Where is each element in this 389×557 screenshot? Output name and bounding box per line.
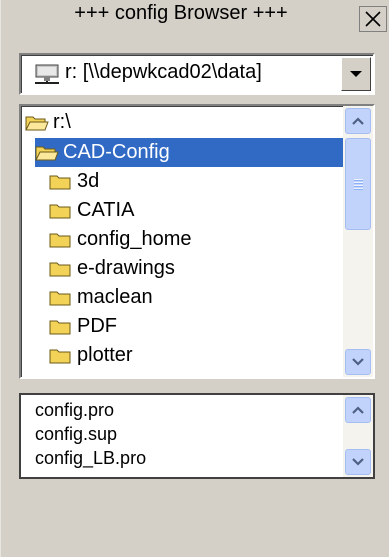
directory-label: r:\ xyxy=(53,111,71,133)
directory-label: e-drawings xyxy=(77,257,175,279)
directory-label: maclean xyxy=(77,286,153,308)
title-bar: +++ config Browser +++ xyxy=(1,0,389,36)
scroll-up-button[interactable] xyxy=(345,108,371,134)
network-drive-icon xyxy=(33,63,61,92)
folder-icon xyxy=(49,317,73,337)
directory-item-selected[interactable]: CAD-Config xyxy=(35,138,347,167)
directory-label: CATIA xyxy=(77,199,135,221)
directory-item[interactable]: CATIA xyxy=(49,196,371,225)
directory-label: config_home xyxy=(77,228,192,250)
folder-icon xyxy=(49,259,73,279)
file-list[interactable]: config.pro config.sup config_LB.pro xyxy=(19,393,375,479)
open-folder-icon xyxy=(25,113,49,133)
scroll-up-button[interactable] xyxy=(345,397,371,423)
chevron-up-icon xyxy=(352,117,364,125)
file-item[interactable]: config.pro xyxy=(35,399,114,421)
directory-item[interactable]: 3d xyxy=(49,167,371,196)
directory-label: 3d xyxy=(77,170,100,192)
chevron-down-icon xyxy=(352,458,364,466)
folder-icon xyxy=(49,346,73,366)
drive-select-value: r: [\\depwkcad02\data] xyxy=(65,61,262,83)
directory-label: CAD-Config xyxy=(63,141,170,163)
directory-item[interactable]: config_home xyxy=(49,225,371,254)
scroll-down-button[interactable] xyxy=(345,349,371,375)
directory-label: plotter xyxy=(77,344,133,366)
folder-icon xyxy=(49,201,73,221)
chevron-up-icon xyxy=(352,406,364,414)
scroll-thumb[interactable] xyxy=(345,138,371,230)
folder-icon xyxy=(49,172,73,192)
directory-label: PDF xyxy=(77,315,117,337)
directory-item[interactable]: PDF xyxy=(49,312,371,341)
folder-icon xyxy=(49,230,73,250)
file-item[interactable]: config.sup xyxy=(35,423,117,445)
scroll-down-button[interactable] xyxy=(345,449,371,475)
close-button[interactable] xyxy=(359,6,387,32)
folder-icon xyxy=(49,288,73,308)
directory-item[interactable]: plotter xyxy=(49,341,371,370)
file-item[interactable]: config_LB.pro xyxy=(35,447,146,469)
config-browser-window: +++ config Browser +++ r: [\\depwkcad02\… xyxy=(0,0,389,557)
open-folder-icon xyxy=(35,143,59,163)
drive-dropdown-button[interactable] xyxy=(341,57,371,91)
directory-item[interactable]: maclean xyxy=(49,283,371,312)
chevron-down-icon xyxy=(352,358,364,366)
drive-select[interactable]: r: [\\depwkcad02\data] xyxy=(19,53,375,95)
directory-list[interactable]: r:\ CAD-Config 3d CATIA config_home e-dr… xyxy=(19,104,375,379)
window-title: +++ config Browser +++ xyxy=(74,2,288,24)
close-icon xyxy=(365,11,381,27)
directory-item[interactable]: e-drawings xyxy=(49,254,371,283)
directory-scrollbar[interactable] xyxy=(343,106,373,377)
chevron-down-icon xyxy=(350,71,362,77)
file-scrollbar[interactable] xyxy=(343,395,373,477)
directory-item[interactable]: r:\ xyxy=(25,108,347,137)
